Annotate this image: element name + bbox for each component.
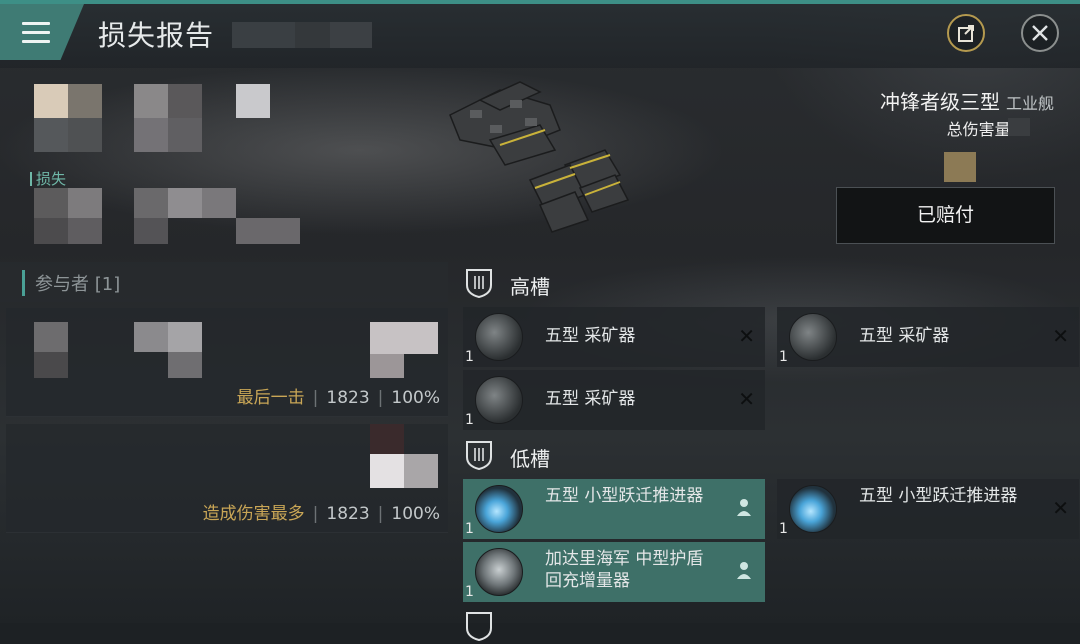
ship-image [449,81,630,233]
redacted-title-suffix [232,22,372,48]
ship-class: 工业舰 [1005,94,1054,113]
module-low-1[interactable]: 1 五型 小型跃迁推进器 [463,479,765,539]
module-name: 五型 采矿器 [859,326,950,346]
destroyed-x-icon: ✕ [1052,324,1069,348]
module-name: 五型 采矿器 [545,389,636,409]
module-high-1[interactable]: 1 五型 采矿器 ✕ [463,307,765,367]
module-quantity: 1 [465,521,474,537]
final-blow-stat: 最后一击 | 1823 | 100% [236,388,440,408]
miner-icon [789,313,837,361]
module-quantity: 1 [779,349,788,365]
dropped-person-icon [737,499,751,516]
module-low-3[interactable]: 1 加达里海军 中型护盾回充增量器 [463,542,765,602]
attacker-row-final-blow[interactable]: 最后一击 | 1823 | 100% [6,308,448,417]
afterburner-icon [475,485,523,533]
compensation-status-button[interactable]: 已赔付 [836,187,1055,244]
hamburger-icon [22,22,50,44]
destroyed-x-icon: ✕ [738,387,755,411]
redacted-damage-swatch [944,152,976,182]
module-name: 加达里海军 中型护盾回充增量器 [545,549,704,591]
miner-icon [475,313,523,361]
high-slot-title: 高槽 [510,275,550,299]
destroyed-x-icon: ✕ [1052,496,1069,520]
module-quantity: 1 [465,349,474,365]
share-icon [958,25,974,42]
miner-icon [475,376,523,424]
final-blow-percent: 100% [391,388,440,408]
module-name: 五型 小型跃迁推进器 [859,486,1018,506]
module-quantity: 1 [465,584,474,600]
attacker-row-top-damage[interactable]: 造成伤害最多 | 1823 | 100% [6,424,448,533]
module-high-3[interactable]: 1 五型 采矿器 ✕ [463,370,765,430]
low-slot-icon [466,441,492,471]
afterburner-icon [789,485,837,533]
participants-title: 参与者 [1] [22,270,120,296]
module-name: 五型 采矿器 [545,326,636,346]
module-high-2[interactable]: 1 五型 采矿器 ✕ [777,307,1079,367]
total-damage-label: 总伤害量: [946,120,1016,139]
top-damage-percent: 100% [391,504,440,524]
close-icon [1032,25,1048,41]
share-button[interactable] [947,14,985,52]
shield-recharger-icon [475,548,523,596]
top-damage-label: 造成伤害最多 [202,504,305,524]
close-button[interactable] [1021,14,1059,52]
module-low-2[interactable]: 1 五型 小型跃迁推进器 ✕ [777,479,1079,539]
redacted-damage-value [1008,118,1030,136]
final-blow-damage: 1823 [326,388,370,408]
destroyed-x-icon: ✕ [738,324,755,348]
page-title: 损失报告 [98,19,215,52]
ship-type-name: 冲锋者级三型 [879,90,1000,114]
module-quantity: 1 [779,521,788,537]
module-name: 五型 小型跃迁推进器 [545,486,704,506]
top-damage-stat: 造成伤害最多 | 1823 | 100% [202,504,440,524]
slot-icon [466,612,492,642]
final-blow-label: 最后一击 [236,388,305,408]
loss-label: 损失 [30,168,66,189]
module-quantity: 1 [465,412,474,428]
ship-name: 冲锋者级三型 工业舰 [880,86,1054,115]
low-slot-title: 低槽 [510,447,550,471]
high-slot-icon [466,269,492,299]
dropped-person-icon [737,562,751,579]
top-damage-value: 1823 [326,504,370,524]
